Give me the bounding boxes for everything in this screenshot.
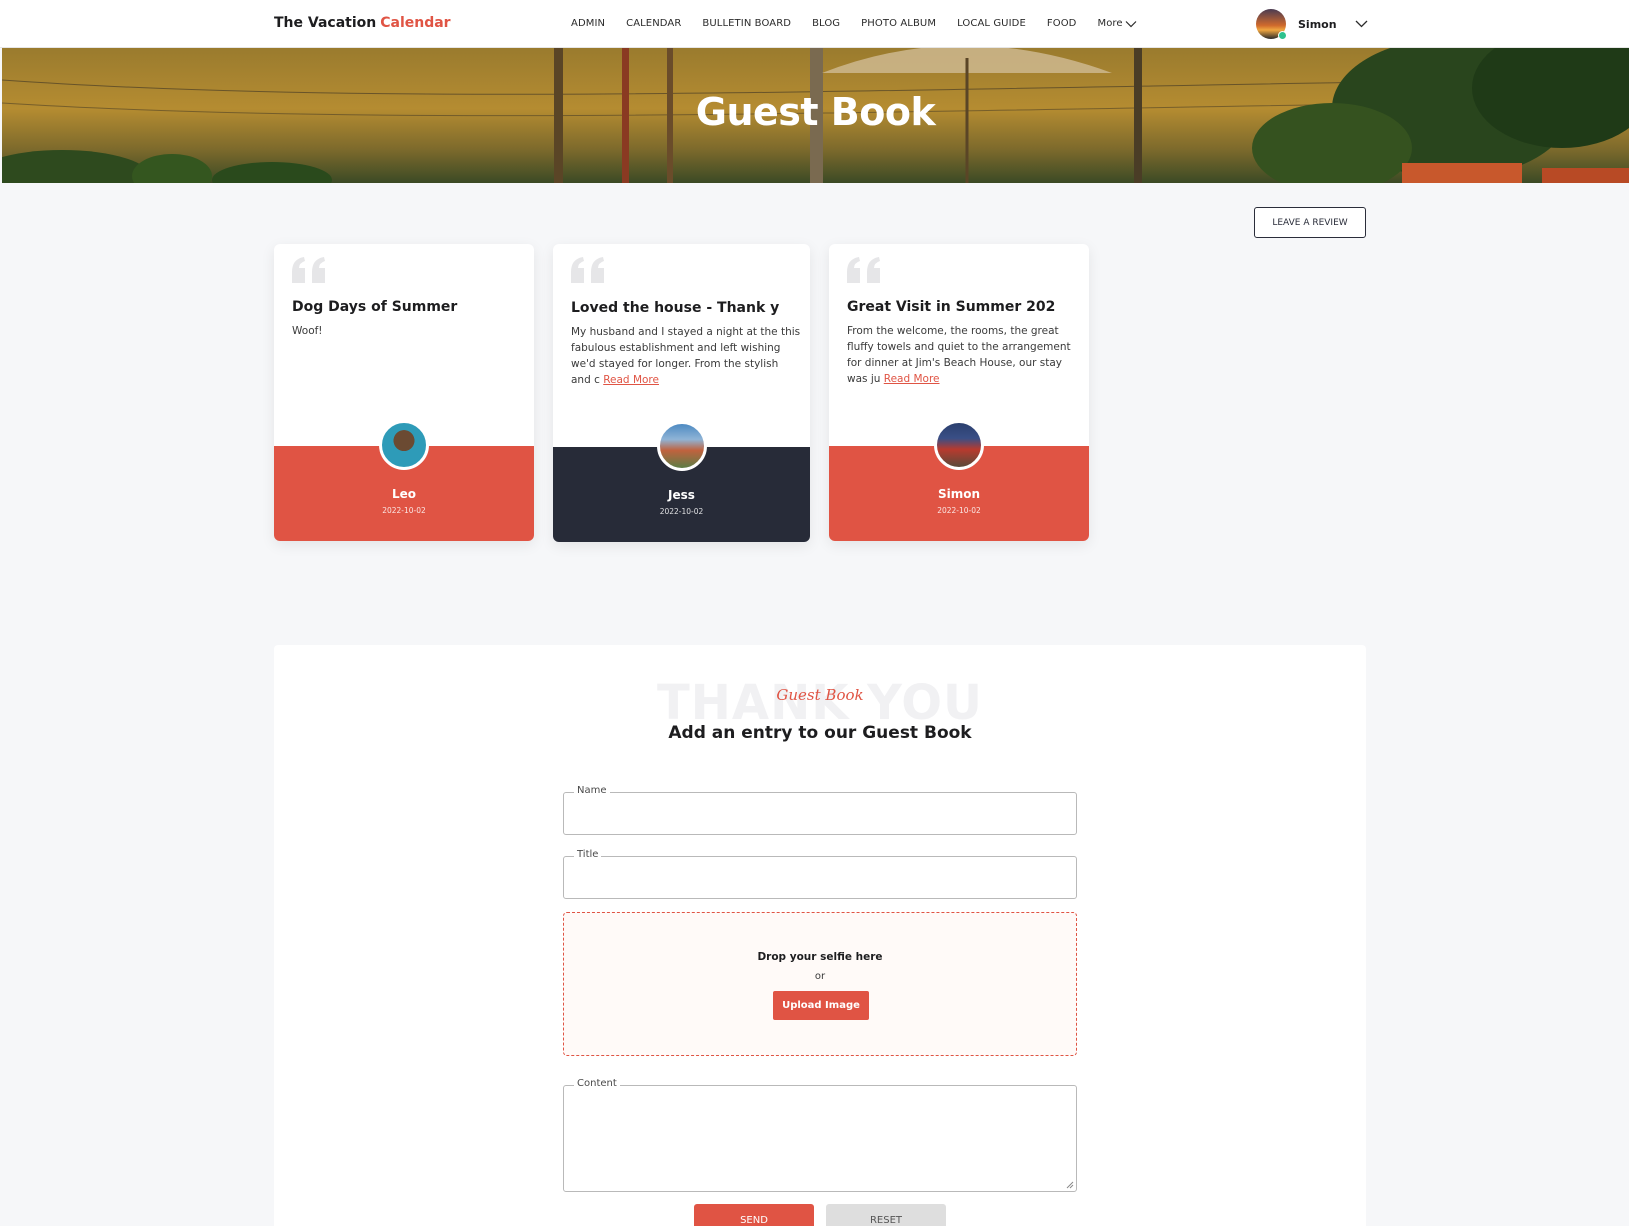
review-title: Dog Days of Summer: [292, 299, 458, 315]
nav-item-admin[interactable]: ADMIN: [571, 18, 605, 29]
review-card[interactable]: Loved the house - Thank y My husband and…: [553, 244, 810, 542]
quote-icon: [847, 257, 880, 283]
review-excerpt: Woof!: [292, 323, 520, 339]
online-status-dot: [1278, 31, 1287, 40]
author-avatar: [656, 421, 707, 471]
author-avatar: [379, 420, 429, 470]
review-text: Woof!: [292, 325, 323, 337]
resize-grip-icon[interactable]: [1066, 1181, 1074, 1189]
dropzone-title: Drop your selfie here: [757, 951, 883, 963]
user-name: Simon: [1298, 17, 1337, 31]
content-textarea[interactable]: Content: [563, 1078, 1077, 1192]
dropzone-or: or: [814, 971, 826, 982]
review-author: Leo: [391, 487, 417, 501]
main-nav: ADMIN CALENDAR BULLETIN BOARD BLOG PHOTO…: [571, 18, 1137, 29]
page-title: Guest Book: [695, 90, 936, 134]
user-menu[interactable]: Simon: [1256, 8, 1368, 40]
review-date: 2022-10-02: [659, 507, 704, 516]
review-card[interactable]: Dog Days of Summer Woof! Leo 2022-10-02: [274, 244, 534, 541]
section-script-label: Guest Book: [776, 686, 864, 704]
reset-button[interactable]: RESET: [826, 1204, 946, 1226]
review-excerpt: From the welcome, the rooms, the great f…: [847, 323, 1079, 387]
leave-review-button[interactable]: LEAVE A REVIEW: [1254, 207, 1366, 238]
brand-name: The Vacation: [274, 15, 377, 31]
selfie-dropzone[interactable]: Drop your selfie here or Upload Image: [563, 912, 1077, 1056]
nav-item-calendar[interactable]: CALENDAR: [626, 18, 681, 29]
nav-item-blog[interactable]: BLOG: [812, 18, 840, 29]
nav-more-label: More: [1097, 18, 1123, 29]
nav-item-photo-album[interactable]: PHOTO ALBUM: [861, 18, 936, 29]
title-field[interactable]: Title: [563, 849, 1077, 899]
title-field-label: Title: [574, 849, 602, 860]
nav-more-dropdown[interactable]: More: [1097, 18, 1137, 29]
hero-banner: Guest Book: [2, 48, 1629, 183]
name-field-label: Name: [574, 785, 610, 796]
upload-image-button[interactable]: Upload Image: [773, 991, 869, 1020]
review-date: 2022-10-02: [382, 506, 426, 515]
read-more-link[interactable]: Read More: [884, 373, 940, 385]
review-date: 2022-10-02: [937, 506, 981, 515]
nav-item-local-guide[interactable]: LOCAL GUIDE: [957, 18, 1026, 29]
review-title: Loved the house - Thank y: [571, 300, 780, 316]
brand-logo[interactable]: The Vacation Calendar: [274, 15, 451, 31]
read-more-link[interactable]: Read More: [603, 374, 659, 386]
chevron-down-icon: [1125, 20, 1137, 27]
form-heading: Add an entry to our Guest Book: [668, 723, 972, 743]
name-field[interactable]: Name: [563, 785, 1077, 835]
brand-accent: Calendar: [380, 15, 451, 31]
guest-book-form-panel: THANK YOU Guest Book Add an entry to our…: [274, 645, 1366, 1226]
review-excerpt: My husband and I stayed a night at the t…: [571, 324, 801, 388]
send-button[interactable]: SEND: [694, 1204, 814, 1226]
nav-item-bulletin-board[interactable]: BULLETIN BOARD: [702, 18, 791, 29]
review-author: Simon: [937, 487, 981, 501]
nav-item-food[interactable]: FOOD: [1047, 18, 1077, 29]
quote-icon: [292, 257, 325, 283]
quote-icon: [571, 257, 604, 283]
user-avatar: [1256, 9, 1287, 40]
top-navbar: The Vacation Calendar ADMIN CALENDAR BULL…: [0, 0, 1629, 48]
author-avatar: [934, 420, 984, 470]
chevron-down-icon: [1355, 20, 1368, 28]
review-author: Jess: [668, 488, 695, 502]
content-field-label: Content: [574, 1078, 620, 1089]
review-title: Great Visit in Summer 202: [847, 299, 1056, 315]
review-card[interactable]: Great Visit in Summer 202 From the welco…: [829, 244, 1089, 541]
review-text: From the welcome, the rooms, the great f…: [847, 325, 1071, 385]
